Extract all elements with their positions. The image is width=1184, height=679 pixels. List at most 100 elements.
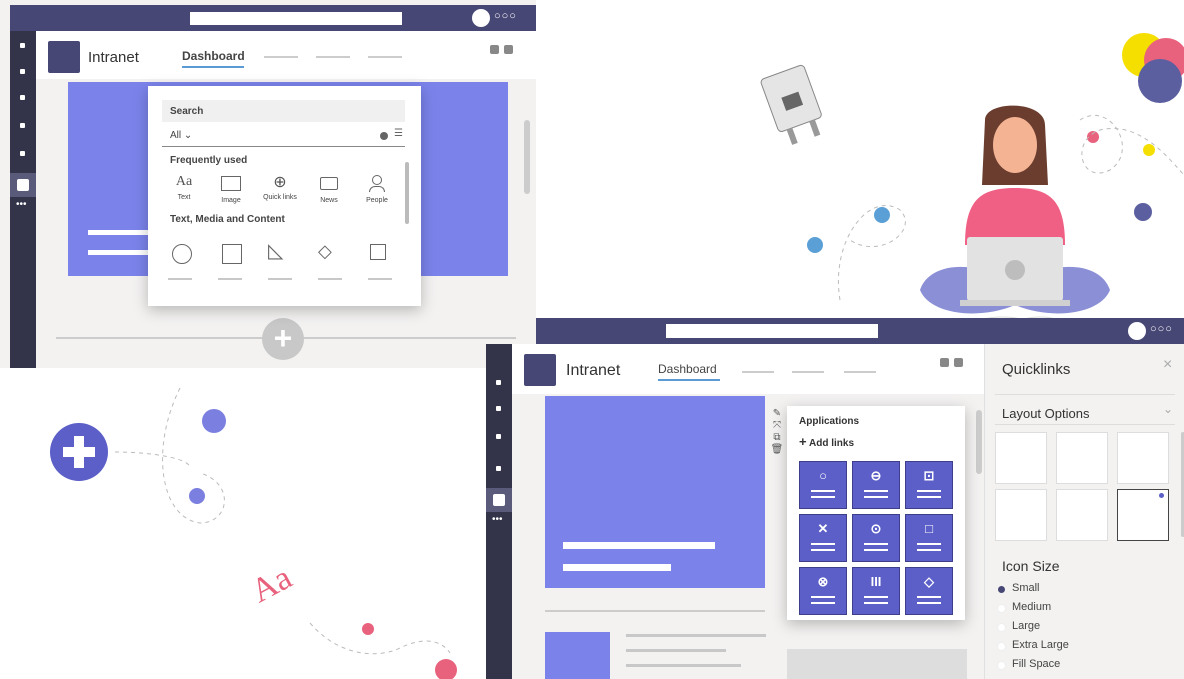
picker-item-quicklinks[interactable]: ⊕ Quick links: [260, 174, 300, 201]
plus-icon: +: [799, 434, 807, 449]
window-control[interactable]: [504, 45, 513, 54]
move-icon[interactable]: ⤧: [770, 420, 784, 432]
rail-item[interactable]: [20, 43, 25, 48]
rail-item[interactable]: [20, 95, 25, 100]
tab-dashboard[interactable]: Dashboard: [658, 360, 720, 381]
blue-dot: [807, 237, 823, 253]
list-view-icon[interactable]: ☰: [394, 128, 403, 139]
illustration-bottom-left: [50, 387, 457, 679]
right-scrollbar[interactable]: [976, 410, 982, 474]
tab-placeholder[interactable]: [368, 56, 402, 58]
add-links-button[interactable]: + Add links: [799, 434, 854, 449]
layout-option-grid[interactable]: [1117, 432, 1169, 484]
tab-placeholder[interactable]: [264, 56, 298, 58]
square-shape-item[interactable]: [222, 244, 242, 264]
circle-shape-item[interactable]: [172, 244, 192, 264]
picker-scrollbar[interactable]: [405, 162, 409, 224]
picker-item-text[interactable]: Aa Text: [170, 174, 198, 201]
section-frequent: Frequently used: [170, 155, 248, 166]
app-tile[interactable]: ⊙: [852, 514, 900, 562]
left-search-bar[interactable]: [190, 12, 402, 25]
tab-placeholder[interactable]: [792, 371, 824, 373]
globe-icon: ⊕: [273, 174, 287, 191]
diamond-shape-item[interactable]: ◇: [318, 240, 332, 262]
app-tile-icon: ⊖: [870, 468, 882, 483]
tab-dashboard[interactable]: Dashboard: [182, 47, 245, 68]
window-control[interactable]: [940, 358, 949, 367]
layout-option-compact[interactable]: [1056, 489, 1108, 541]
app-tile[interactable]: ⊡: [905, 461, 953, 509]
person-with-laptop: [920, 105, 1110, 334]
add-section-button[interactable]: +: [262, 318, 304, 360]
app-tile-icon: ○: [819, 468, 827, 483]
rail-item-active[interactable]: [486, 488, 512, 512]
app-tile[interactable]: ⊗: [799, 567, 847, 615]
rail-more-icon[interactable]: •••: [492, 514, 503, 525]
tab-placeholder[interactable]: [742, 371, 774, 373]
more-icon[interactable]: ○○○: [494, 10, 517, 22]
window-control[interactable]: [490, 45, 499, 54]
picker-item-news[interactable]: News: [314, 174, 344, 204]
picker-item-people[interactable]: People: [362, 174, 392, 204]
toggle-icon[interactable]: [380, 132, 388, 140]
rail-item[interactable]: [496, 466, 501, 471]
trash-icon[interactable]: 🗑: [770, 444, 784, 456]
app-title: Intranet: [88, 49, 139, 66]
left-topbar: ○○○: [10, 5, 536, 31]
rail-item[interactable]: [496, 406, 501, 411]
close-icon[interactable]: ×: [1163, 356, 1172, 374]
right-topbar: ○○○: [536, 318, 1184, 344]
app-tile[interactable]: III: [852, 567, 900, 615]
app-tile-icon: ⊙: [870, 521, 882, 536]
layout-option-split[interactable]: [995, 489, 1047, 541]
app-tile[interactable]: ✕: [799, 514, 847, 562]
rail-item[interactable]: [20, 69, 25, 74]
rail-item[interactable]: [496, 380, 501, 385]
plug-icon: [760, 64, 822, 145]
right-rail: •••: [486, 344, 512, 679]
icon-size-header: Icon Size: [1002, 558, 1060, 574]
dashed-path: [1079, 114, 1184, 176]
tab-placeholder[interactable]: [316, 56, 350, 58]
app-tile[interactable]: ⊖: [852, 461, 900, 509]
rail-item[interactable]: [20, 151, 25, 156]
layout-option-tiles-selected[interactable]: [1117, 489, 1169, 541]
window-control[interactable]: [954, 358, 963, 367]
applications-card: Applications + Add links ○ ⊖ ⊡ ✕ ⊙ □ ⊗ III ◇: [787, 406, 965, 620]
frame-shape-item[interactable]: [370, 244, 386, 260]
left-window: ○○○ ••• Intranet Dashboard + Search All …: [0, 0, 536, 368]
app-tile[interactable]: ◇: [905, 567, 953, 615]
picker-item-image[interactable]: Image: [216, 174, 246, 204]
pink-dot: [435, 659, 457, 679]
left-header: Intranet Dashboard: [36, 31, 536, 79]
rail-item[interactable]: [496, 434, 501, 439]
app-tile-icon: ✕: [817, 521, 829, 536]
pencil-icon[interactable]: ✎: [770, 408, 784, 420]
copy-icon[interactable]: ⧉: [770, 432, 784, 444]
layout-options-header[interactable]: Layout Options: [1002, 406, 1089, 421]
layout-option-list[interactable]: [995, 432, 1047, 484]
rail-item[interactable]: [20, 123, 25, 128]
layout-option-columns[interactable]: [1056, 432, 1108, 484]
filter-dropdown[interactable]: All ⌄: [170, 130, 192, 141]
right-search-bar[interactable]: [666, 324, 878, 338]
rail-more-icon[interactable]: •••: [16, 199, 27, 210]
app-title: Intranet: [566, 362, 621, 379]
radio-selected: [998, 586, 1005, 593]
app-tile[interactable]: □: [905, 514, 953, 562]
rail-item-active[interactable]: [10, 173, 36, 197]
app-tile[interactable]: ○: [799, 461, 847, 509]
picker-search-field[interactable]: Search: [162, 100, 405, 122]
app-tile-icon: ◇: [924, 574, 934, 589]
image-icon: [221, 176, 241, 191]
avatar-icon[interactable]: [472, 9, 490, 27]
right-header: Intranet Dashboard: [512, 344, 984, 394]
chevron-down-icon[interactable]: ⌄: [1163, 402, 1173, 416]
triangle-shape-item[interactable]: ◺: [268, 240, 283, 262]
left-rail: •••: [10, 31, 36, 368]
more-icon[interactable]: ○○○: [1150, 323, 1173, 335]
avatar-icon[interactable]: [1128, 322, 1146, 340]
tab-placeholder[interactable]: [844, 371, 876, 373]
left-scrollbar[interactable]: [524, 120, 530, 194]
yellow-dot: [1143, 144, 1155, 156]
